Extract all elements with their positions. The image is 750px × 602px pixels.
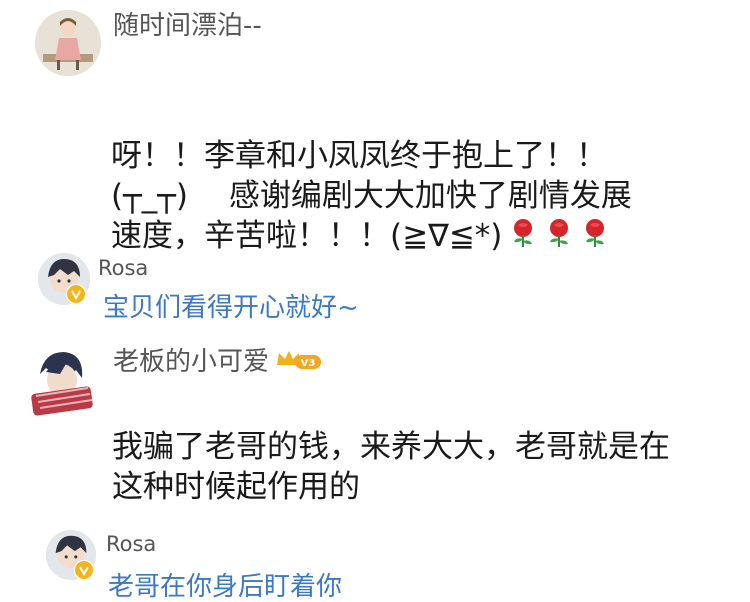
user-avatar[interactable] [35,10,101,76]
comment-text: 我骗了老哥的钱，来养大大，老哥就是在 这种时候起作用的 [112,429,670,505]
reply-item: Rosa 宝贝们看得开心就好~ [0,250,750,330]
comment-text: 呀！！李章和小凤凤终于抱上了！！ (┬_┬) 感谢编剧大大加快了剧情发展 速度，… [111,96,731,259]
vip-crown-icon: V3 [275,347,323,378]
username-text: 老板的小可爱 [113,347,270,377]
reply-username[interactable]: Rosa [106,532,156,556]
user-avatar[interactable] [26,344,98,416]
vip-level-label: V3 [301,358,316,369]
reply-text: 宝贝们看得开心就好~ [103,293,359,323]
reply-text: 老哥在你身后盯着你 [108,572,343,602]
verified-badge [74,560,94,580]
verified-badge [66,284,86,304]
reply-username[interactable]: Rosa [98,256,148,280]
avatar-anime-icon [26,344,98,416]
comment-item: 老板的小可爱 V3 我骗了老哥的钱，来养大大，老哥就是在 这种时候起作用的 [0,330,750,520]
reply-item: Rosa 老哥在你身后盯着你 [0,520,750,602]
username[interactable]: 老板的小可爱 V3 [113,347,323,378]
comment-item: 随时间漂泊-- 呀！！李章和小凤凤终于抱上了！！ (┬_┬) 感谢编剧大大加快了… [0,0,750,254]
username[interactable]: 随时间漂泊-- [113,11,262,41]
avatar-girl-icon [35,10,101,76]
